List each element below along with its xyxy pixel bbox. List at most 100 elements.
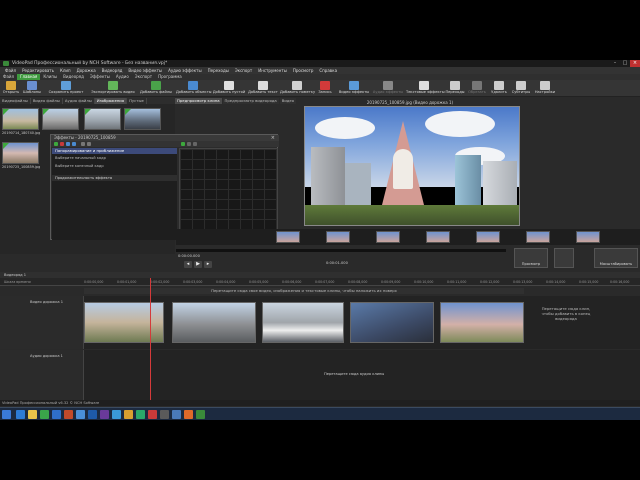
tab-media-files[interactable]: Видеофайлы bbox=[0, 97, 31, 104]
menu-sequence[interactable]: Видеоряд bbox=[99, 68, 126, 73]
audio-effects-button[interactable]: Аудио эффекты bbox=[372, 80, 404, 96]
effect-pan-zoom[interactable]: Панорамирование и приближение bbox=[52, 148, 177, 154]
minimize-icon[interactable]: – bbox=[610, 60, 620, 67]
taskbar-app-icon[interactable] bbox=[136, 410, 145, 419]
add-marker-button[interactable]: Добавить пометку bbox=[280, 80, 315, 96]
effect-end-frame[interactable]: Выберите конечный кадр bbox=[55, 164, 104, 168]
taskbar-app-icon[interactable] bbox=[160, 410, 169, 419]
move-up-icon[interactable] bbox=[66, 142, 70, 146]
taskbar-app-icon[interactable] bbox=[112, 410, 121, 419]
timeline-clip[interactable] bbox=[84, 302, 164, 343]
preview-button[interactable]: Просмотр bbox=[514, 248, 548, 268]
media-thumbnail[interactable] bbox=[84, 108, 121, 130]
menu-export[interactable]: Экспорт bbox=[232, 68, 255, 73]
time-ruler[interactable]: Шкала времени 0:00:00,000 0:00:01,000 0:… bbox=[0, 278, 640, 286]
taskbar-app-icon[interactable] bbox=[196, 410, 205, 419]
sequence-tab[interactable]: Видеоряд 1 bbox=[4, 273, 26, 277]
menu-clip[interactable]: Клип bbox=[57, 68, 74, 73]
keyframe-next-icon[interactable] bbox=[193, 142, 197, 146]
add-blank-button[interactable]: Добавить пустой bbox=[212, 80, 246, 96]
menu-video-effects[interactable]: Видео эффекты bbox=[125, 68, 165, 73]
taskbar-app-icon[interactable] bbox=[88, 410, 97, 419]
audio-track-label: Аудио дорожка 1 bbox=[30, 354, 63, 358]
video-track-label: Видео дорожка 1 bbox=[30, 300, 64, 304]
menu-audio-effects[interactable]: Аудио эффекты bbox=[165, 68, 205, 73]
trim-button[interactable]: Обрезать bbox=[466, 80, 488, 96]
media-thumbnail[interactable] bbox=[2, 142, 39, 164]
taskbar-app-icon[interactable] bbox=[124, 410, 133, 419]
snapshot-button[interactable] bbox=[554, 248, 574, 268]
preview-scrubber[interactable] bbox=[176, 249, 506, 252]
move-down-icon[interactable] bbox=[72, 142, 76, 146]
taskbar-app-icon[interactable] bbox=[148, 410, 157, 419]
taskbar-app-icon[interactable] bbox=[28, 410, 37, 419]
taskbar-app-icon[interactable] bbox=[40, 410, 49, 419]
redo-icon[interactable] bbox=[87, 142, 91, 146]
tab-audio-files[interactable]: Аудио файлы bbox=[63, 97, 95, 104]
subtitles-button[interactable]: Субтитры bbox=[510, 80, 532, 96]
menu-transitions[interactable]: Переходы bbox=[205, 68, 232, 73]
remove-effect-icon[interactable] bbox=[60, 142, 64, 146]
prev-frame-icon[interactable]: ◂ bbox=[184, 261, 192, 268]
start-button[interactable] bbox=[2, 410, 11, 419]
video-effects-button[interactable]: Видео эффекты bbox=[338, 80, 370, 96]
tab-video-files[interactable]: Видео файлы bbox=[31, 97, 63, 104]
tab-sequence-preview[interactable]: Предпросмотр видеоряда bbox=[222, 97, 279, 104]
effect-keyframe-graph[interactable] bbox=[179, 148, 278, 230]
add-text-button[interactable]: Добавить текст bbox=[248, 80, 278, 96]
tick-label: 0:00:14,000 bbox=[546, 280, 566, 284]
tab-images[interactable]: Изображения bbox=[94, 97, 128, 104]
undo-icon[interactable] bbox=[81, 142, 85, 146]
media-thumbnail[interactable] bbox=[42, 108, 79, 130]
open-button[interactable]: Открыть bbox=[2, 80, 20, 96]
add-objects-button[interactable]: Добавить объекты bbox=[176, 80, 212, 96]
preview-filmstrip[interactable] bbox=[176, 229, 640, 245]
timeline-clip[interactable] bbox=[172, 302, 256, 343]
menu-file[interactable]: Файл bbox=[2, 68, 19, 73]
settings-button[interactable]: Настройки bbox=[534, 80, 556, 96]
next-frame-icon[interactable]: ▸ bbox=[204, 261, 212, 268]
fullscreen-button[interactable]: Масштабировать bbox=[594, 248, 638, 268]
text-effects-button[interactable]: Текстовые эффекты bbox=[406, 80, 445, 96]
taskbar-app-icon[interactable] bbox=[76, 410, 85, 419]
menu-track[interactable]: Дорожка bbox=[74, 68, 99, 73]
add-effect-icon[interactable] bbox=[54, 142, 58, 146]
taskbar-app-icon[interactable] bbox=[16, 410, 25, 419]
export-video-button[interactable]: Экспортировать видео bbox=[90, 80, 136, 96]
save-project-button[interactable]: Сохранить проект bbox=[46, 80, 86, 96]
delete-button[interactable]: Удалить bbox=[490, 80, 508, 96]
menu-edit[interactable]: Редактировать bbox=[19, 68, 57, 73]
taskbar-app-icon[interactable] bbox=[184, 410, 193, 419]
media-thumbnail[interactable] bbox=[124, 108, 161, 130]
taskbar-app-icon[interactable] bbox=[172, 410, 181, 419]
timeline-playhead[interactable] bbox=[150, 278, 151, 400]
timeline-clip[interactable] bbox=[440, 302, 524, 343]
taskbar-app-icon[interactable] bbox=[100, 410, 109, 419]
taskbar-app-icon[interactable] bbox=[64, 410, 73, 419]
timeline-clip[interactable] bbox=[350, 302, 434, 343]
taskbar-app-icon[interactable] bbox=[52, 410, 61, 419]
menu-tools[interactable]: Инструменты bbox=[255, 68, 290, 73]
tab-clip-preview[interactable]: Предпросмотр клипа bbox=[175, 97, 222, 104]
add-files-button[interactable]: Добавить файлы bbox=[140, 80, 172, 96]
keyframe-prev-icon[interactable] bbox=[187, 142, 191, 146]
maximize-icon[interactable]: □ bbox=[620, 60, 630, 67]
media-thumbnail[interactable] bbox=[2, 108, 39, 130]
videopad-window: VideoPad Профессиональный by NCH Softwar… bbox=[0, 60, 640, 420]
play-icon[interactable]: ▶ bbox=[194, 261, 202, 268]
keyframe-icon[interactable] bbox=[181, 142, 185, 146]
checkmark-icon bbox=[85, 109, 91, 115]
menu-help[interactable]: Справка bbox=[316, 68, 340, 73]
transitions-button[interactable]: Переходы bbox=[444, 80, 466, 96]
templates-button[interactable]: Шаблоны bbox=[22, 80, 42, 96]
tick-label: 0:00:15,000 bbox=[579, 280, 599, 284]
timeline-clip[interactable] bbox=[262, 302, 344, 343]
video-track[interactable] bbox=[84, 296, 640, 349]
tab-video[interactable]: Видео bbox=[279, 97, 297, 104]
audio-track[interactable]: Перетащите сюда аудио клипы bbox=[84, 350, 640, 400]
tab-blank[interactable]: Пустые bbox=[127, 97, 147, 104]
effect-start-frame[interactable]: Выберите начальный кадр bbox=[55, 156, 106, 160]
menu-view[interactable]: Просмотр bbox=[290, 68, 317, 73]
record-button[interactable]: Запись bbox=[316, 80, 334, 96]
close-icon[interactable]: × bbox=[630, 60, 640, 67]
